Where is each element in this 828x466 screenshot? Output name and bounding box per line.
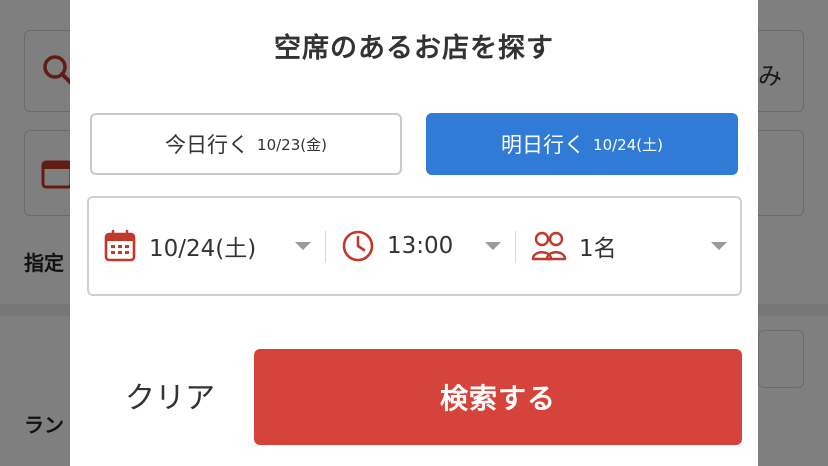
clock-icon — [342, 230, 374, 262]
clear-button[interactable]: クリア — [110, 370, 230, 420]
tomorrow-label: 明日行く — [501, 133, 586, 157]
divider — [515, 231, 516, 263]
calendar-icon — [104, 229, 136, 262]
divider — [325, 231, 326, 263]
search-button[interactable]: 検索する — [254, 349, 742, 445]
availability-search-modal: 空席のあるお店を探す 今日行く 10/23(金) 明日行く 10/24(土) 1… — [70, 0, 758, 466]
tomorrow-button[interactable]: 明日行く 10/24(土) — [426, 113, 738, 175]
time-select[interactable]: 13:00 — [341, 198, 501, 294]
date-select[interactable]: 10/24(土) — [103, 198, 311, 294]
chevron-down-icon — [711, 242, 727, 250]
party-size-value: 1名 — [579, 236, 617, 262]
reservation-selector: 10/24(土) 13:00 1名 — [87, 196, 742, 296]
modal-title: 空席のあるお店を探す — [274, 33, 554, 64]
today-button[interactable]: 今日行く 10/23(金) — [90, 113, 402, 175]
time-value: 13:00 — [387, 233, 454, 259]
tomorrow-date: 10/24(土) — [593, 135, 663, 154]
chevron-down-icon — [295, 242, 311, 250]
today-label: 今日行く — [165, 133, 250, 157]
today-date: 10/23(金) — [257, 135, 327, 154]
party-size-select[interactable]: 1名 — [531, 198, 727, 294]
date-value: 10/24(土) — [149, 236, 257, 262]
people-icon — [531, 231, 567, 261]
chevron-down-icon — [485, 242, 501, 250]
